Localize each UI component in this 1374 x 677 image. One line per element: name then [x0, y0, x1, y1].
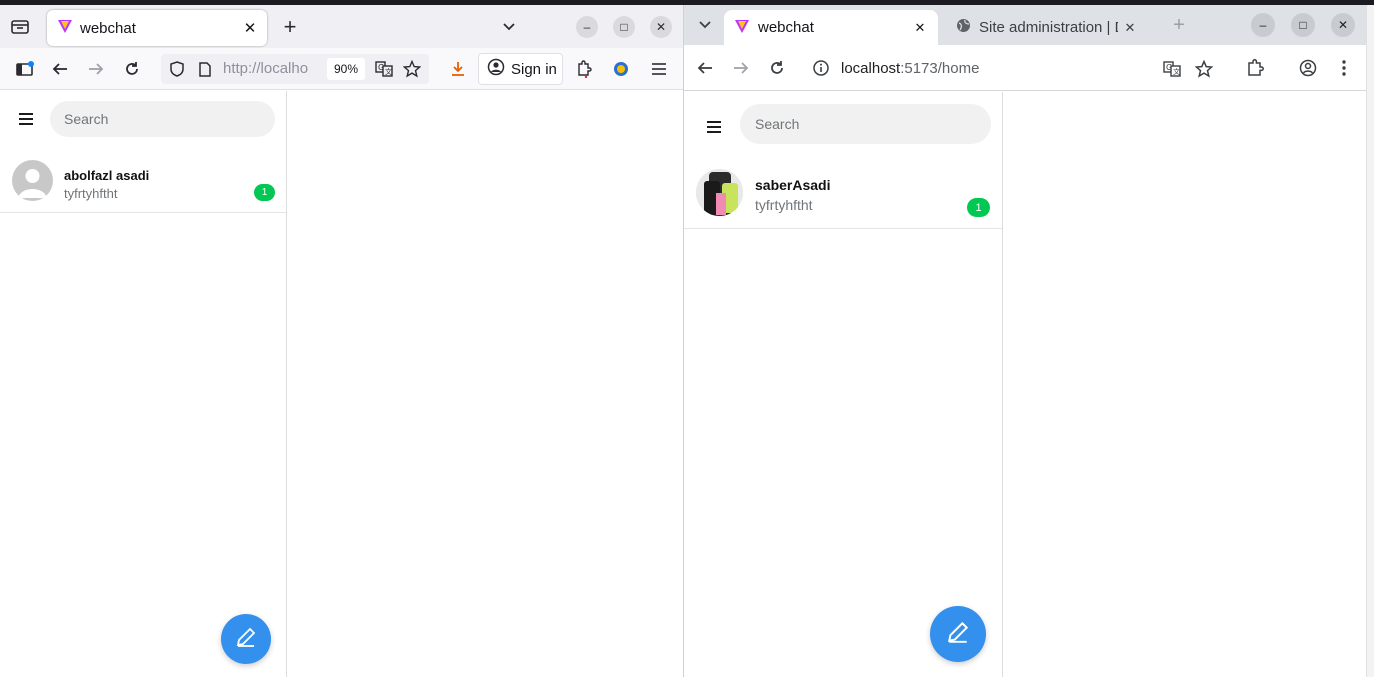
avatar	[696, 169, 743, 216]
close-window-icon[interactable]: ✕	[1331, 13, 1355, 37]
chat-name: saberAsadi	[755, 177, 831, 193]
tab-title: webchat	[758, 19, 814, 36]
profile-icon[interactable]	[1297, 57, 1319, 79]
svg-text:文: 文	[385, 67, 392, 76]
url-text: http://localho	[223, 60, 309, 77]
more-menu-icon[interactable]	[1333, 57, 1355, 79]
chat-list-item[interactable]: abolfazl asadi tyfrtyhftht 1	[0, 151, 286, 213]
chat-last-message: tyfrtyhftht	[755, 197, 813, 213]
minimize-icon[interactable]: –	[1251, 13, 1275, 37]
chat-sidebar: saberAsadi tyfrtyhftht 1	[684, 92, 1002, 677]
zoom-level[interactable]: 90%	[327, 58, 365, 80]
new-tab-icon[interactable]: +	[279, 14, 301, 39]
bookmark-star-icon[interactable]	[402, 59, 422, 79]
search-input[interactable]	[740, 104, 991, 144]
translate-icon[interactable]: G文	[1162, 59, 1182, 79]
chrome-tab-bar: webchat ✕ Site administration | D ✕ + – …	[684, 5, 1367, 45]
page-icon	[196, 60, 214, 78]
reload-icon[interactable]	[766, 57, 788, 79]
forward-icon[interactable]	[730, 57, 752, 79]
sidebar-divider	[286, 91, 287, 677]
maximize-icon[interactable]: □	[1291, 13, 1315, 37]
download-icon[interactable]	[447, 58, 469, 80]
sidebar-toggle-icon[interactable]	[14, 59, 36, 79]
tab-search-chevron-icon[interactable]	[694, 14, 716, 36]
hamburger-icon[interactable]	[18, 109, 34, 132]
reload-icon[interactable]	[121, 58, 143, 80]
close-tab-icon[interactable]: ✕	[908, 20, 932, 36]
unread-badge: 1	[254, 184, 275, 201]
chrome-window: webchat ✕ Site administration | D ✕ + – …	[683, 5, 1367, 677]
extensions-icon[interactable]	[1244, 57, 1266, 79]
tab-title: Site administration | D	[979, 19, 1118, 36]
site-info-icon[interactable]	[812, 59, 830, 77]
new-tab-icon[interactable]: +	[1168, 14, 1190, 36]
forward-icon[interactable]	[85, 58, 107, 80]
compose-button[interactable]	[221, 614, 271, 664]
bookmark-star-icon[interactable]	[1194, 59, 1214, 79]
hamburger-icon[interactable]	[706, 117, 722, 140]
vite-favicon-icon	[57, 18, 73, 38]
firefox-window: webchat ✕ + – □ ✕ http://localho 90% G 文…	[0, 5, 683, 677]
sign-in-label: Sign in	[511, 60, 557, 78]
pencil-icon	[946, 620, 970, 649]
scrollbar[interactable]	[1366, 5, 1374, 677]
sign-in-button[interactable]: Sign in	[478, 53, 563, 85]
tab-title: webchat	[80, 19, 136, 37]
chat-name: abolfazl asadi	[64, 168, 150, 183]
pencil-icon	[235, 626, 257, 653]
sidebar-divider	[1002, 92, 1003, 677]
extensions-icon[interactable]	[573, 58, 595, 80]
url-path: :5173/home	[900, 59, 980, 77]
avatar	[12, 160, 53, 201]
close-tab-icon[interactable]: ✕	[239, 19, 261, 37]
close-tab-icon[interactable]: ✕	[1118, 20, 1142, 36]
maximize-icon[interactable]: □	[613, 16, 635, 38]
chevron-down-icon[interactable]	[498, 15, 520, 39]
back-icon[interactable]	[49, 58, 71, 80]
url-host: localhost	[841, 59, 901, 77]
search-input[interactable]	[50, 101, 275, 137]
extension-avatar-icon[interactable]	[610, 58, 632, 80]
tab-list-icon[interactable]	[8, 15, 32, 39]
tab-site-administration[interactable]: Site administration | D ✕	[946, 10, 1146, 45]
account-icon	[487, 58, 505, 80]
chat-last-message: tyfrtyhftht	[64, 186, 118, 201]
unread-badge: 1	[967, 198, 990, 217]
globe-icon	[956, 18, 971, 37]
svg-text:文: 文	[1173, 67, 1180, 76]
tab-webchat[interactable]: webchat ✕	[47, 10, 267, 46]
shield-icon[interactable]	[168, 60, 186, 78]
app-menu-icon[interactable]	[648, 58, 670, 80]
compose-button[interactable]	[930, 606, 986, 662]
minimize-icon[interactable]: –	[576, 16, 598, 38]
url-bar[interactable]: http://localho 90% G文	[161, 54, 429, 84]
back-icon[interactable]	[694, 57, 716, 79]
vite-favicon-icon	[734, 18, 750, 38]
translate-icon[interactable]: G文	[374, 59, 394, 79]
chat-sidebar: abolfazl asadi tyfrtyhftht 1	[0, 91, 286, 677]
close-window-icon[interactable]: ✕	[650, 16, 672, 38]
chrome-toolbar: localhost:5173/home G文	[684, 45, 1367, 91]
firefox-tab-bar: webchat ✕ + – □ ✕	[0, 5, 683, 48]
tab-webchat[interactable]: webchat ✕	[724, 10, 938, 45]
chat-list-item[interactable]: saberAsadi tyfrtyhftht 1	[684, 160, 1002, 229]
firefox-nav-bar: http://localho 90% G文 Sign in	[0, 48, 683, 90]
omnibox[interactable]: localhost:5173/home G文	[804, 51, 1229, 85]
